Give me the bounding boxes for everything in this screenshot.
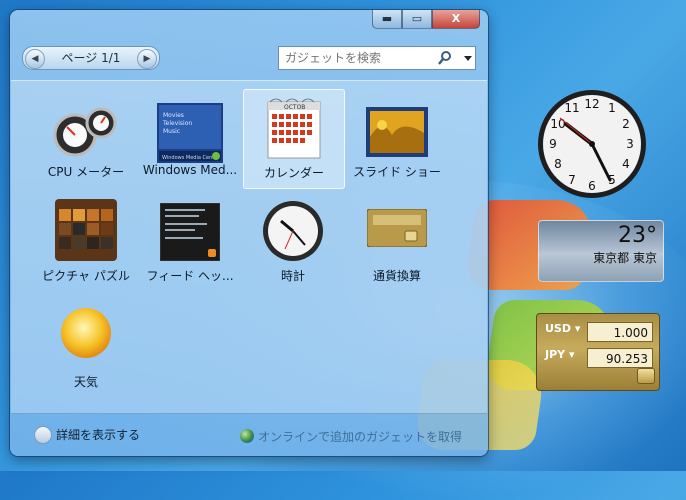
gadget-label: 時計 — [280, 269, 305, 283]
svg-text:Music: Music — [163, 128, 180, 135]
feed-headlines-icon — [160, 203, 220, 261]
gadget-grid: CPU メーター Movies Television Music Windows… — [11, 80, 487, 414]
card-chip-icon — [637, 368, 655, 384]
svg-text:7: 7 — [568, 173, 576, 187]
calendar-icon: OCTOB — [267, 98, 321, 159]
toolbar: ◀ ページ 1/1 ▶ — [22, 44, 476, 70]
currency-code-jpy[interactable]: JPY ▾ — [545, 348, 574, 361]
show-details-toggle[interactable]: 詳細を表示する — [34, 426, 141, 444]
media-center-icon: Movies Television Music Windows Media Ce… — [157, 103, 223, 163]
next-page-button[interactable]: ▶ — [137, 49, 157, 69]
gadget-label: 通貨換算 — [372, 269, 421, 283]
svg-text:3: 3 — [626, 137, 634, 151]
svg-text:Movies: Movies — [163, 112, 184, 119]
gadget-label: カレンダー — [263, 166, 324, 180]
svg-text:2: 2 — [622, 117, 630, 131]
search-dropdown-icon[interactable] — [464, 56, 472, 61]
gadget-tile-media-center[interactable]: Movies Television Music Windows Media Ce… — [140, 89, 240, 187]
get-more-gadgets-online-link[interactable]: オンラインで追加のガジェットを取得 — [239, 428, 462, 445]
online-link-label: オンラインで追加のガジェットを取得 — [257, 430, 462, 444]
currency-code-usd[interactable]: USD ▾ — [545, 322, 580, 335]
page-navigator: ◀ ページ 1/1 ▶ — [22, 46, 160, 70]
page-label: ページ 1/1 — [61, 51, 121, 65]
gadget-label: スライド ショー — [353, 165, 441, 179]
gadget-tile-feed-headlines[interactable]: フィード ヘッ... — [140, 193, 240, 291]
svg-text:10: 10 — [550, 117, 565, 131]
gallery-footer: 詳細を表示する オンラインで追加のガジェットを取得 — [10, 414, 488, 456]
svg-text:Windows Media Center: Windows Media Center — [162, 155, 220, 161]
search-box — [278, 46, 476, 70]
gadget-tile-picture-puzzle[interactable]: ピクチャ パズル — [36, 193, 136, 291]
svg-text:11: 11 — [564, 101, 579, 115]
search-icon[interactable] — [437, 50, 453, 66]
gadget-label: Windows Med... — [142, 163, 238, 177]
gadget-label: ピクチャ パズル — [42, 269, 130, 283]
clock-icon — [263, 201, 323, 261]
gadget-tile-slideshow[interactable]: スライド ショー — [347, 89, 447, 187]
gadget-tile-weather[interactable]: 天気 — [36, 299, 136, 397]
picture-puzzle-icon — [55, 199, 117, 261]
search-input[interactable] — [283, 47, 437, 69]
currency-value-usd[interactable]: 1.000 — [587, 322, 653, 342]
gadget-tile-calendar[interactable]: OCTOB カレンダー — [243, 89, 345, 189]
weather-city: 東京都 東京 — [593, 251, 657, 265]
gadget-label: 天気 — [73, 375, 98, 389]
gadget-tile-clock[interactable]: 時計 — [243, 193, 343, 291]
weather-sun-icon — [61, 308, 111, 358]
svg-text:6: 6 — [588, 179, 596, 193]
desktop-currency-gadget[interactable]: USD ▾ 1.000 JPY ▾ 90.253 — [536, 313, 660, 391]
gadget-tile-cpu-meter[interactable]: CPU メーター — [36, 89, 136, 187]
currency-value-jpy[interactable]: 90.253 — [587, 348, 653, 368]
minimize-button[interactable]: ▬ — [372, 10, 402, 29]
close-button[interactable]: X — [432, 10, 480, 29]
show-details-label: 詳細を表示する — [56, 428, 141, 442]
svg-text:4: 4 — [622, 157, 630, 171]
svg-text:12: 12 — [584, 97, 599, 111]
slideshow-icon — [366, 107, 428, 157]
gadget-tile-currency[interactable]: 通貨換算 — [347, 193, 447, 291]
svg-text:Television: Television — [162, 120, 192, 127]
chevron-down-icon[interactable] — [34, 426, 52, 444]
svg-text:1: 1 — [608, 101, 616, 115]
gadget-label: CPU メーター — [47, 165, 125, 179]
svg-text:OCTOB: OCTOB — [284, 104, 305, 111]
svg-text:9: 9 — [549, 137, 557, 151]
weather-temperature: 23° — [618, 223, 657, 248]
window-controls: ▬ ▭ X — [372, 10, 480, 29]
desktop-clock-gadget[interactable]: 12 123 4567 891011 — [530, 82, 660, 200]
gadget-label: フィード ヘッ... — [146, 269, 234, 283]
previous-page-button[interactable]: ◀ — [25, 49, 45, 69]
currency-icon — [367, 209, 427, 247]
cpu-meter-icon — [53, 107, 117, 157]
gadget-gallery-window: ▬ ▭ X ◀ ページ 1/1 ▶ ガジェットを検索 CPU メーター Movi… — [10, 10, 488, 456]
svg-text:8: 8 — [554, 157, 562, 171]
desktop-weather-gadget[interactable]: 23° 東京都 東京 — [538, 220, 664, 282]
maximize-button[interactable]: ▭ — [402, 10, 432, 29]
globe-icon — [239, 429, 254, 443]
